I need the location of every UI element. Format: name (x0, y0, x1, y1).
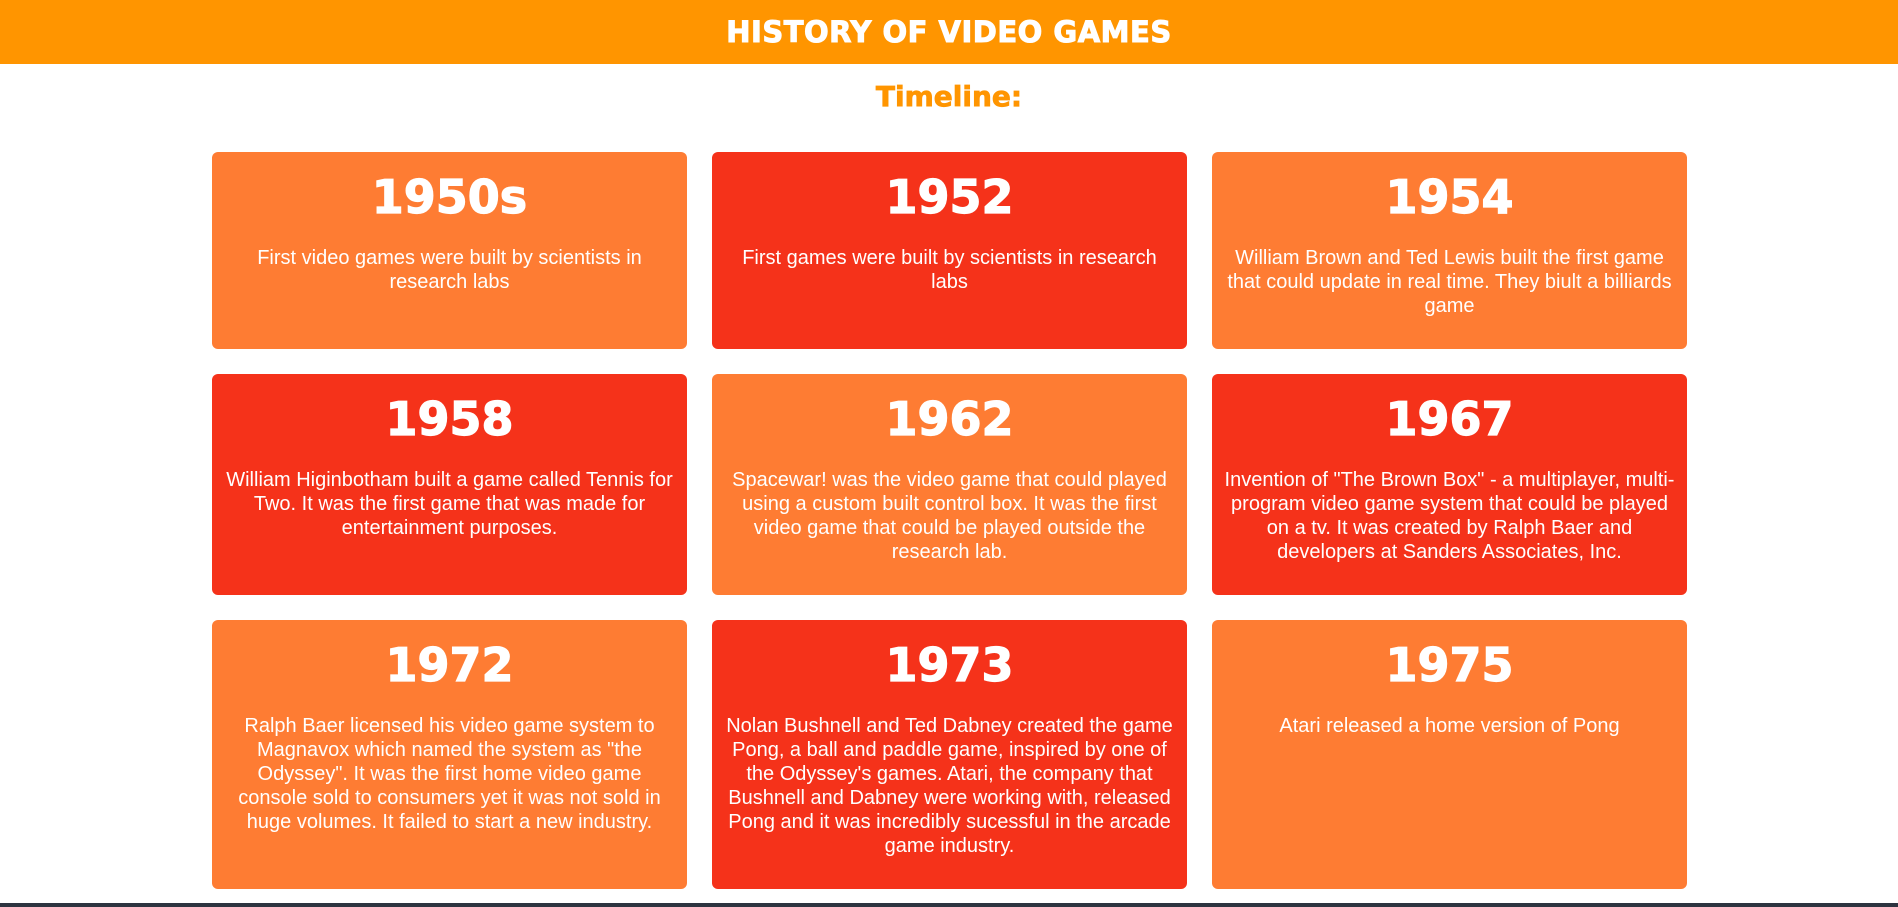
timeline-card-1972: 1972 Ralph Baer licensed his video game … (212, 620, 687, 889)
card-year: 1975 (1385, 637, 1514, 692)
card-year: 1973 (885, 637, 1014, 692)
timeline-card-1950s: 1950s First video games were built by sc… (212, 152, 687, 349)
timeline-card-1962: 1962 Spacewar! was the video game that c… (712, 374, 1187, 595)
card-year: 1952 (885, 169, 1014, 224)
timeline-card-1952: 1952 First games were built by scientist… (712, 152, 1187, 349)
bottom-edge-strip (0, 903, 1898, 907)
header-banner: History of Video Games (0, 0, 1898, 64)
timeline-card-1973: 1973 Nolan Bushnell and Ted Dabney creat… (712, 620, 1187, 889)
card-description: Spacewar! was the video game that could … (732, 469, 1167, 563)
timeline-grid: 1950s First video games were built by sc… (212, 152, 1687, 889)
page-title: History of Video Games (726, 15, 1172, 50)
timeline-card-1958: 1958 William Higinbotham built a game ca… (212, 374, 687, 595)
card-description: William Higinbotham built a game called … (226, 469, 673, 539)
card-year: 1962 (885, 391, 1014, 446)
card-year: 1950s (371, 169, 528, 224)
card-description: First video games were built by scientis… (257, 247, 642, 293)
card-description: First games were built by scientists in … (742, 247, 1157, 293)
timeline-heading: Timeline: (875, 80, 1023, 114)
timeline-card-1967: 1967 Invention of "The Brown Box" - a mu… (1212, 374, 1687, 595)
card-year: 1967 (1385, 391, 1514, 446)
card-year: 1958 (385, 391, 514, 446)
card-description: Ralph Baer licensed his video game syste… (238, 715, 661, 833)
card-year: 1972 (385, 637, 514, 692)
timeline-card-1954: 1954 William Brown and Ted Lewis built t… (1212, 152, 1687, 349)
card-year: 1954 (1385, 169, 1514, 224)
timeline-card-1975: 1975 Atari released a home version of Po… (1212, 620, 1687, 889)
card-description: William Brown and Ted Lewis built the fi… (1227, 247, 1672, 317)
card-description: Atari released a home version of Pong (1279, 715, 1620, 737)
card-description: Invention of "The Brown Box" - a multipl… (1224, 469, 1675, 563)
card-description: Nolan Bushnell and Ted Dabney created th… (726, 715, 1173, 857)
